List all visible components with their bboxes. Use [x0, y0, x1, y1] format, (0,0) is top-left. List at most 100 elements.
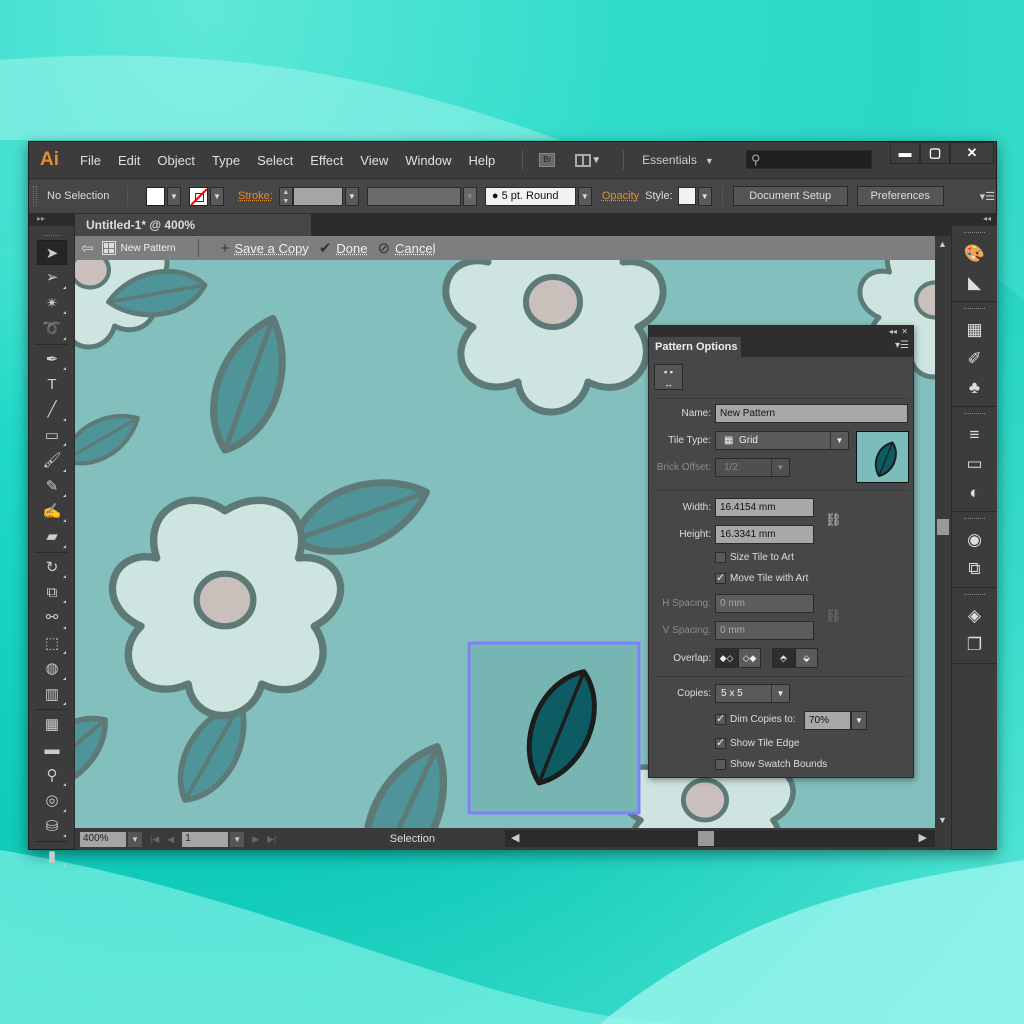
menu-type[interactable]: Type: [212, 153, 240, 168]
link-proportions-icon[interactable]: ⛓: [825, 512, 842, 528]
free-transform-tool[interactable]: ⬚: [37, 631, 67, 656]
menu-effect[interactable]: Effect: [310, 153, 343, 168]
shape-builder-tool[interactable]: ◍: [37, 656, 67, 681]
line-segment-tool[interactable]: ╱: [37, 397, 67, 422]
magic-wand-tool[interactable]: ✴: [37, 291, 67, 316]
workspace-switcher[interactable]: Essentials ▼: [642, 153, 714, 167]
copies-select[interactable]: 5 x 5 ▼: [715, 684, 790, 703]
selection-tool[interactable]: ➤: [37, 240, 67, 266]
perspective-grid-tool[interactable]: ▥: [37, 682, 67, 707]
width-tool[interactable]: ⚯: [37, 605, 67, 630]
stroke-panel-link[interactable]: Stroke:: [238, 190, 273, 202]
left-in-front-button[interactable]: ◆◇: [715, 648, 738, 668]
artboards-icon[interactable]: ❐: [952, 630, 997, 659]
pattern-tile[interactable]: [467, 641, 641, 815]
minimize-button[interactable]: ▬: [890, 142, 920, 164]
column-graph-tool[interactable]: ▮: [37, 844, 67, 869]
opacity-panel-link[interactable]: Opacity: [602, 190, 639, 202]
maximize-button[interactable]: ▢: [920, 142, 950, 164]
move-tile-with-art-checkbox[interactable]: ✓ Move Tile with Art: [715, 573, 808, 584]
pencil-tool[interactable]: ✎: [37, 474, 67, 499]
color-panel-icon[interactable]: 🎨: [952, 239, 997, 268]
close-panel-icon[interactable]: ✕: [901, 327, 908, 336]
eyedropper-tool[interactable]: ⚲: [37, 763, 67, 788]
symbol-sprayer-tool[interactable]: ⛁: [37, 814, 67, 839]
collapse-toolbar-icon[interactable]: ▸▸: [29, 214, 74, 226]
vertical-scrollbar[interactable]: ▲ ▼: [935, 236, 951, 828]
scroll-up-arrow-icon[interactable]: ▲: [938, 239, 947, 249]
rectangle-tool[interactable]: ▭: [37, 423, 67, 448]
pattern-name-input[interactable]: New Pattern: [715, 404, 908, 423]
swatches-icon[interactable]: ▦: [952, 315, 997, 344]
gradient-tool[interactable]: ▬: [37, 737, 67, 762]
blob-brush-tool[interactable]: ✍: [37, 499, 67, 524]
grip-handle[interactable]: [964, 232, 985, 235]
close-button[interactable]: ✕: [950, 142, 994, 164]
menu-help[interactable]: Help: [468, 153, 495, 168]
pattern-tile-tool-button[interactable]: ▪ ▪ ↔: [654, 364, 683, 390]
zoom-dropdown[interactable]: ▼: [128, 831, 142, 847]
grip-handle[interactable]: [964, 413, 985, 416]
lasso-tool[interactable]: ➰: [37, 316, 67, 341]
pen-tool[interactable]: ✒: [37, 347, 67, 372]
tab-pattern-options[interactable]: Pattern Options: [649, 337, 741, 357]
gradient-icon[interactable]: ▭: [952, 449, 997, 478]
grip-handle[interactable]: [964, 308, 985, 311]
bridge-button[interactable]: Br: [539, 153, 556, 167]
show-tile-edge-checkbox[interactable]: ✓ Show Tile Edge: [715, 738, 800, 749]
layers-icon[interactable]: ◈: [952, 601, 997, 630]
blend-tool[interactable]: ◎: [37, 788, 67, 813]
done-button[interactable]: ✔ Done: [319, 239, 368, 257]
horizontal-scrollbar[interactable]: ◀ ▶: [505, 830, 935, 847]
grip-handle[interactable]: [964, 594, 985, 597]
size-tile-to-art-checkbox[interactable]: Size Tile to Art: [715, 552, 794, 563]
arrange-documents-button[interactable]: ▼: [575, 153, 601, 167]
grip-handle[interactable]: [33, 186, 37, 206]
fill-dropdown[interactable]: ▼: [167, 186, 181, 206]
right-in-front-button[interactable]: ◇◆: [738, 648, 761, 668]
panel-menu-icon[interactable]: ▾☰: [980, 190, 995, 203]
paintbrush-tool[interactable]: 🖌: [37, 448, 67, 473]
menu-object[interactable]: Object: [157, 153, 195, 168]
brushes-icon[interactable]: ✐: [952, 344, 997, 373]
eraser-tool[interactable]: ▰: [37, 524, 67, 549]
graphic-style-dropdown[interactable]: ▼: [697, 186, 712, 206]
artboard-number-field[interactable]: 1: [182, 831, 229, 847]
grip-handle[interactable]: [43, 228, 60, 236]
top-in-front-button[interactable]: ⬘: [772, 648, 795, 668]
scroll-left-arrow-icon[interactable]: ◀: [511, 831, 519, 844]
variable-width-dropdown[interactable]: ▼: [462, 186, 477, 206]
next-artboard-icon[interactable]: ▶: [252, 834, 259, 845]
transparency-icon[interactable]: ◐: [952, 478, 997, 507]
stroke-icon[interactable]: ≡: [952, 420, 997, 449]
stroke-swatch[interactable]: [189, 186, 208, 206]
brush-dropdown[interactable]: ▼: [577, 186, 592, 206]
symbols-icon[interactable]: ♣: [952, 373, 997, 402]
bottom-in-front-button[interactable]: ⬙: [795, 648, 818, 668]
previous-artboard-icon[interactable]: ◀: [167, 834, 174, 845]
cancel-button[interactable]: ⊘ Cancel: [377, 239, 435, 257]
scroll-thumb[interactable]: [698, 831, 714, 846]
brush-definition[interactable]: ● 5 pt. Round: [484, 186, 576, 206]
artboard-dropdown[interactable]: ▼: [230, 831, 245, 847]
appearance-icon[interactable]: ◉: [952, 525, 997, 554]
stroke-weight-dropdown[interactable]: ▼: [344, 186, 359, 206]
search-input[interactable]: ⚲: [746, 150, 872, 169]
rotate-tool[interactable]: ↻: [37, 555, 67, 580]
collapse-dock-icon[interactable]: ◂◂: [952, 214, 997, 226]
zoom-level-field[interactable]: 400%: [80, 831, 126, 847]
color-guide-icon[interactable]: ◣: [952, 268, 997, 297]
panel-titlebar[interactable]: ◂◂ ✕: [649, 326, 913, 337]
stroke-weight-field[interactable]: [292, 186, 343, 206]
stroke-weight-stepper[interactable]: ▲ ▼: [278, 186, 293, 206]
grip-handle[interactable]: [964, 518, 985, 521]
save-a-copy-button[interactable]: + Save a Copy: [221, 240, 309, 257]
scroll-thumb[interactable]: [937, 519, 949, 535]
stroke-color-dropdown[interactable]: ▼: [210, 186, 224, 206]
graphic-style-swatch[interactable]: [677, 187, 696, 205]
document-tab[interactable]: Untitled-1* @ 400% (CMYK/Preview)×: [75, 214, 311, 254]
type-tool[interactable]: T: [37, 372, 67, 397]
panel-menu-icon[interactable]: ▾☰: [895, 340, 909, 351]
dim-copies-checkbox[interactable]: ✓ Dim Copies to:: [715, 714, 796, 725]
first-artboard-icon[interactable]: |◀: [150, 834, 159, 845]
